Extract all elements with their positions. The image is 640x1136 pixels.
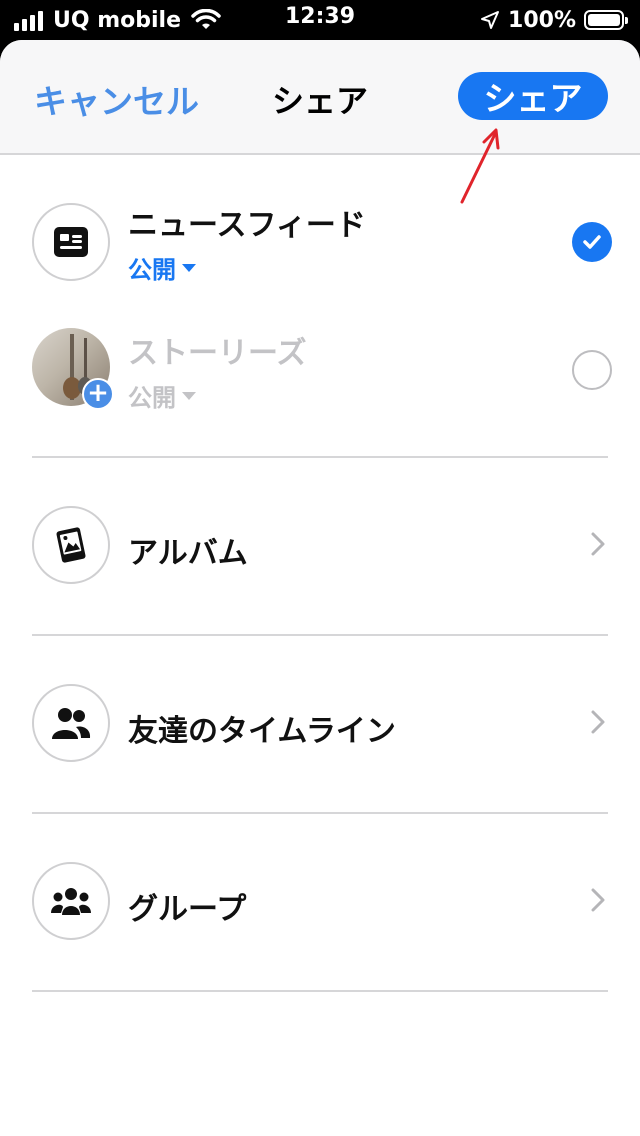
battery-icon (584, 10, 628, 30)
group-avatar (32, 862, 110, 940)
newspaper-icon (54, 227, 88, 257)
share-sheet: キャンセル シェア シェア ニュースフィード 公開 + ストーリーズ 公開 アル… (0, 40, 640, 1136)
stories-privacy-label: 公開 (128, 384, 176, 412)
stories-label: ストーリーズ (128, 336, 307, 371)
stories-checkbox[interactable] (572, 350, 612, 390)
checkmark-icon (583, 235, 601, 249)
news-feed-avatar (32, 203, 110, 281)
album-avatar (32, 506, 110, 584)
caret-down-icon (182, 263, 196, 272)
destination-album[interactable]: アルバム (0, 458, 640, 634)
divider (32, 990, 608, 992)
destination-friend-timeline[interactable]: 友達のタイムライン (0, 636, 640, 812)
share-button[interactable]: シェア (458, 72, 608, 120)
location-arrow-icon (481, 11, 500, 29)
album-label: アルバム (128, 536, 248, 571)
status-bar: UQ mobile 12:39 100% (0, 0, 640, 40)
nav-bar: キャンセル シェア シェア (0, 40, 640, 155)
news-feed-label: ニュースフィード (128, 208, 366, 243)
friend-timeline-avatar (32, 684, 110, 762)
news-feed-privacy-selector[interactable]: 公開 (128, 250, 196, 285)
caret-down-icon (182, 391, 196, 400)
stories-avatar: + (32, 328, 114, 410)
chevron-right-icon (591, 532, 605, 556)
battery-percent: 100% (508, 7, 576, 33)
friend-timeline-label: 友達のタイムライン (128, 714, 396, 749)
destination-group[interactable]: グループ (0, 814, 640, 990)
friends-icon (52, 708, 91, 739)
group-icon (51, 888, 91, 915)
destination-stories[interactable]: + ストーリーズ 公開 (0, 316, 640, 426)
album-icon (56, 527, 86, 563)
news-feed-checkbox[interactable] (572, 222, 612, 262)
group-label: グループ (128, 892, 247, 927)
news-feed-privacy-label: 公開 (128, 256, 176, 284)
stories-privacy-selector[interactable]: 公開 (128, 378, 196, 413)
chevron-right-icon (591, 888, 605, 912)
chevron-right-icon (591, 710, 605, 734)
destination-news-feed[interactable]: ニュースフィード 公開 (0, 188, 640, 298)
add-story-icon: + (82, 378, 114, 410)
